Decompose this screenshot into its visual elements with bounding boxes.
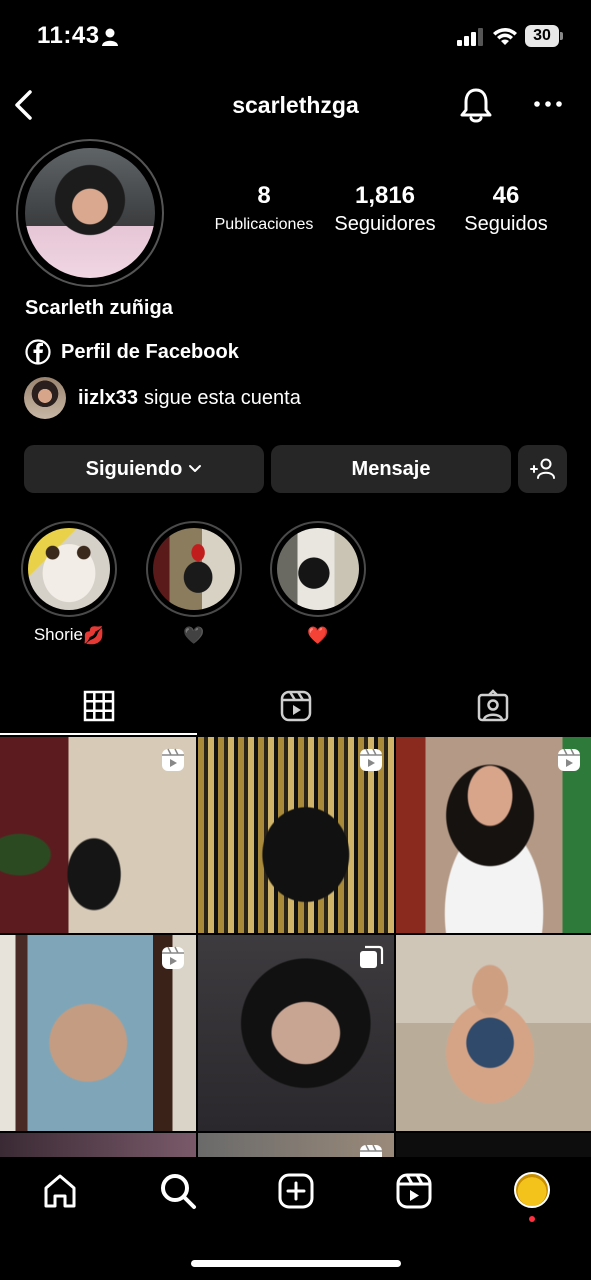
reels-icon[interactable] — [394, 1171, 434, 1211]
highlight-cover-photo — [153, 528, 235, 610]
highlight-cover-dog — [28, 528, 110, 610]
grid-post[interactable] — [396, 737, 591, 933]
reel-icon — [360, 748, 382, 771]
carousel-icon — [360, 945, 384, 968]
following-count: 46 — [492, 182, 520, 209]
home-icon[interactable] — [40, 1171, 80, 1211]
tab-posts[interactable] — [0, 677, 197, 735]
highlight-red-heart[interactable]: ❤️ — [270, 521, 366, 646]
display-name: Scarleth zuñiga — [25, 297, 173, 319]
facebook-icon — [25, 339, 51, 365]
highlight-ring — [270, 521, 366, 617]
profile-username: scarlethzga — [232, 92, 359, 118]
reel-icon — [360, 1144, 382, 1157]
highlight-shorie[interactable]: Shorie💋 — [21, 521, 117, 646]
tab-reels[interactable] — [197, 677, 394, 735]
tab-tagged[interactable] — [394, 677, 591, 735]
followers-count: 1,816 — [354, 182, 416, 209]
person-icon — [102, 28, 118, 46]
highlight-title: Shorie — [33, 625, 83, 644]
profile-tabs — [0, 677, 591, 735]
highlight-ring — [21, 521, 117, 617]
grid-post[interactable] — [396, 935, 591, 1131]
message-button-label: Mensaje — [351, 457, 431, 480]
following-stat[interactable]: 46 Seguidos — [452, 182, 560, 236]
highlight-cover-photo — [277, 528, 359, 610]
following-label: Seguidos — [464, 213, 548, 235]
battery-tip — [560, 32, 563, 40]
highlight-ring — [146, 521, 242, 617]
suggest-people-button[interactable] — [518, 445, 567, 493]
create-icon[interactable] — [276, 1171, 316, 1211]
tagged-icon — [477, 689, 508, 722]
followed-by[interactable]: iizlx33 sigue esta cuenta — [24, 377, 301, 419]
followers-stat[interactable]: 1,816 Seguidores — [326, 182, 444, 236]
grid-post[interactable] — [0, 935, 196, 1131]
profile-header: scarlethzga — [0, 80, 591, 130]
wifi-icon — [493, 28, 517, 45]
highlight-label: 🖤 — [146, 625, 242, 646]
posts-count: 8 — [257, 182, 271, 209]
posts-grid — [0, 737, 591, 1157]
follower-avatar — [24, 377, 66, 419]
add-person-icon — [529, 458, 555, 479]
search-icon[interactable] — [158, 1171, 198, 1211]
battery-level: 30 — [525, 25, 559, 47]
bottom-nav — [0, 1157, 591, 1280]
bell-icon[interactable] — [458, 86, 494, 124]
facebook-profile-link[interactable]: Perfil de Facebook — [25, 338, 239, 366]
grid-post[interactable] — [396, 1133, 591, 1157]
follower-username: iizlx33 — [78, 386, 139, 409]
black-heart-emoji: 🖤 — [183, 625, 205, 645]
status-time: 11:43 — [37, 22, 100, 49]
reels-icon — [280, 690, 311, 722]
profile-avatar-tab[interactable] — [514, 1172, 550, 1208]
posts-stat[interactable]: 8 Publicaciones — [206, 182, 322, 234]
home-indicator — [191, 1260, 401, 1267]
following-button-label: Siguiendo — [85, 457, 183, 480]
grid-post[interactable] — [198, 1133, 394, 1157]
notification-dot — [529, 1216, 535, 1222]
following-button[interactable]: Siguiendo — [24, 445, 264, 493]
highlight-black-heart[interactable]: 🖤 — [146, 521, 242, 646]
more-icon[interactable] — [533, 94, 563, 114]
reel-icon — [162, 748, 184, 771]
reel-icon — [558, 748, 580, 771]
posts-label: Publicaciones — [214, 216, 314, 233]
message-button[interactable]: Mensaje — [271, 445, 511, 493]
grid-post[interactable] — [0, 737, 196, 933]
followed-by-text: sigue esta cuenta — [144, 386, 301, 409]
profile-avatar[interactable] — [25, 148, 155, 278]
facebook-link-text: Perfil de Facebook — [61, 340, 239, 363]
grid-icon — [83, 690, 114, 722]
grid-post[interactable] — [198, 935, 394, 1131]
red-heart-emoji: ❤️ — [307, 625, 329, 645]
signal-icon — [457, 28, 483, 46]
status-bar: 11:43 30 — [0, 0, 591, 74]
active-tab-indicator — [0, 733, 197, 735]
kiss-emoji: 💋 — [82, 625, 105, 645]
reel-icon — [162, 946, 184, 969]
highlight-label: ❤️ — [270, 625, 366, 646]
grid-post[interactable] — [0, 1133, 196, 1157]
highlight-label: Shorie💋 — [21, 625, 117, 646]
chevron-down-icon — [189, 465, 202, 472]
battery-indicator: 30 — [525, 25, 563, 47]
grid-post[interactable] — [198, 737, 394, 933]
followers-label: Seguidores — [334, 213, 436, 235]
